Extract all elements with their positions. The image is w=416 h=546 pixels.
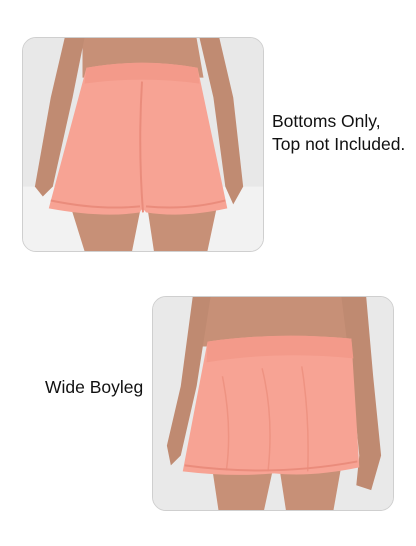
- caption-line: Bottoms Only,: [272, 111, 381, 131]
- back-view-illustration: [23, 38, 263, 251]
- caption-wide-boyleg: Wide Boyleg: [45, 376, 143, 399]
- caption-bottoms-only: Bottoms Only, Top not Included.: [272, 110, 405, 156]
- caption-line: Wide Boyleg: [45, 377, 144, 397]
- caption-line: Top not Included.: [272, 134, 406, 154]
- left-leg: [212, 470, 273, 510]
- side-view-shorts-photo: [152, 296, 394, 511]
- side-view-illustration: [153, 297, 393, 510]
- back-view-shorts-photo: [22, 37, 264, 252]
